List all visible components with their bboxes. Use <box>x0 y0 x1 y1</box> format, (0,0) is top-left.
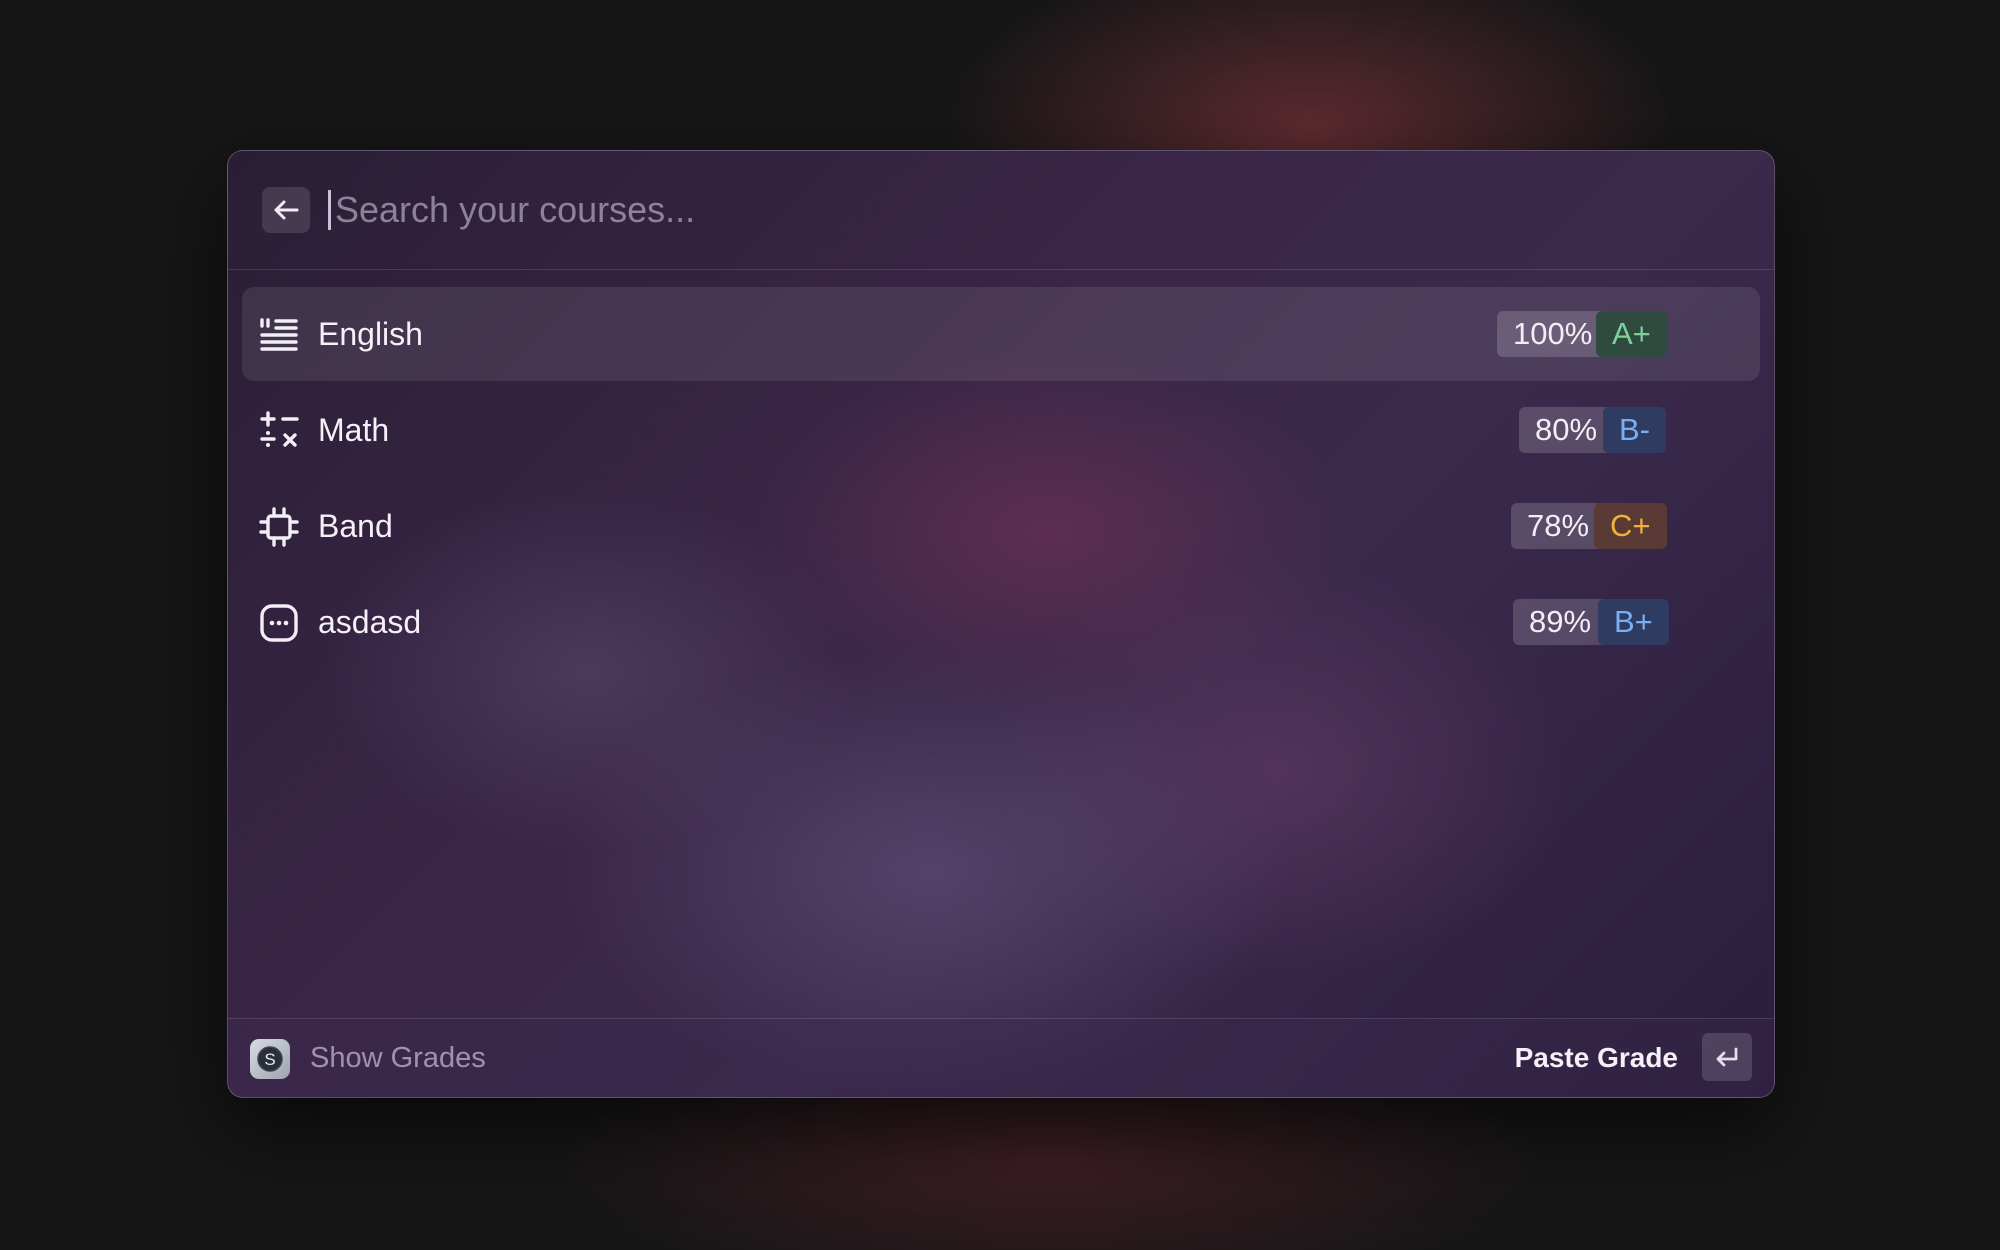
course-name: asdasd <box>318 603 422 640</box>
arrow-left-icon <box>274 200 299 220</box>
grade-badge: B+ <box>1598 599 1669 645</box>
grade-badge: C+ <box>1594 503 1667 549</box>
paste-grade-button[interactable]: Paste Grade <box>1515 1042 1678 1074</box>
chat-bubble-dots-icon <box>259 603 299 643</box>
course-name: Math <box>318 411 390 448</box>
course-name: English <box>318 315 423 352</box>
chip-icon <box>259 507 299 547</box>
search-bar <box>228 151 1774 270</box>
svg-text:S: S <box>264 1050 275 1069</box>
list-item-math[interactable]: Math 80% B- <box>242 383 1760 477</box>
course-list: English 100% A+ Math 80% B- Band 78% C+ … <box>242 287 1760 671</box>
enter-key-icon <box>1716 1047 1738 1067</box>
back-button[interactable] <box>262 187 310 233</box>
command-title: Show Grades <box>310 1042 486 1074</box>
enter-key-button[interactable] <box>1702 1033 1752 1081</box>
launcher-window: English 100% A+ Math 80% B <box>227 150 1775 1098</box>
action-bar: S Show Grades Paste Grade <box>228 1018 1774 1097</box>
grade-badge: B- <box>1603 407 1666 453</box>
math-operators-icon <box>259 411 299 451</box>
text-align-icon <box>259 315 299 355</box>
list-item-band[interactable]: Band 78% C+ <box>242 479 1760 573</box>
extension-icon: S <box>250 1039 290 1079</box>
search-field-wrapper <box>328 179 1744 241</box>
list-item-english[interactable]: English 100% A+ <box>242 287 1760 381</box>
search-input[interactable] <box>333 179 1744 241</box>
percent-badge: 78% <box>1511 503 1606 549</box>
course-name: Band <box>318 507 393 544</box>
grade-badge: A+ <box>1596 311 1667 357</box>
percent-badge: 89% <box>1513 599 1608 645</box>
percent-badge: 80% <box>1519 407 1614 453</box>
percent-badge: 100% <box>1497 311 1609 357</box>
list-item-asdasd[interactable]: asdasd 89% B+ <box>242 575 1760 669</box>
text-caret <box>328 190 331 230</box>
